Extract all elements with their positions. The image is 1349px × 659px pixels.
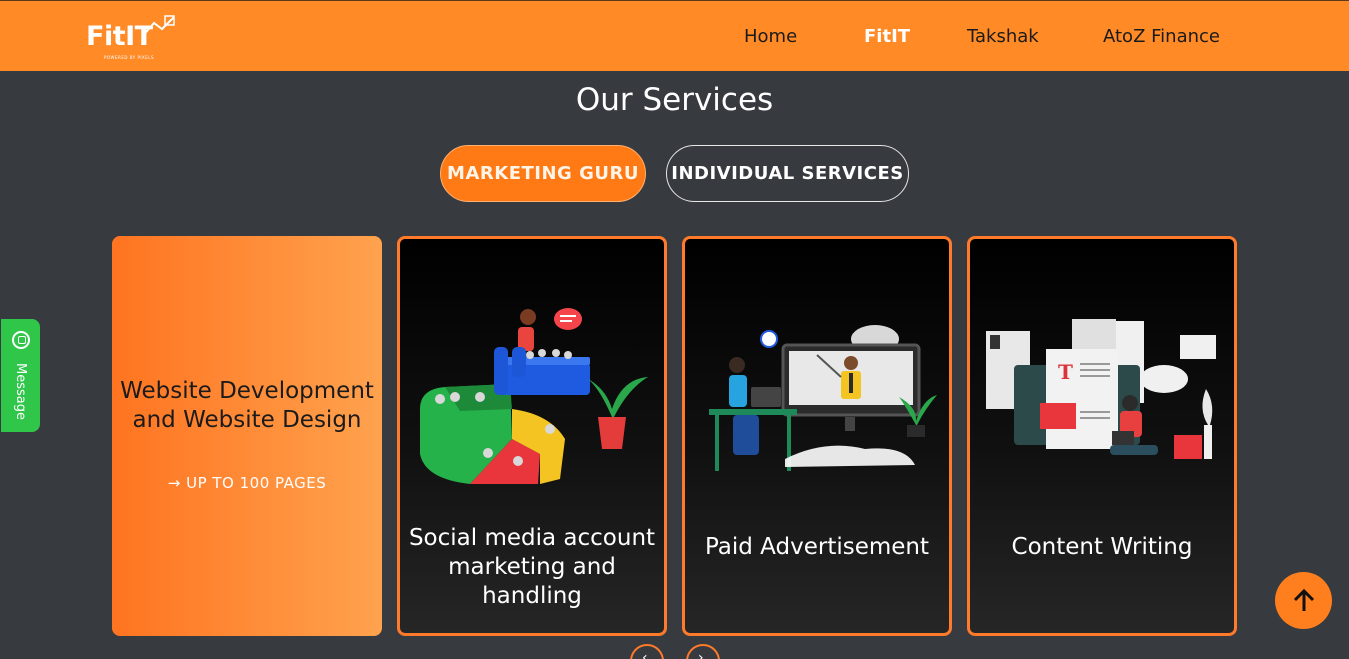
service-card-content-writing[interactable]: T Content Writing <box>967 236 1237 636</box>
card-caption: Content Writing <box>1011 534 1193 560</box>
arrow-up-icon <box>1293 588 1314 611</box>
nav-atoz-finance[interactable]: AtoZ Finance <box>1103 26 1220 47</box>
chevron-right-icon: › <box>698 650 704 659</box>
whatsapp-message-button[interactable]: Message <box>1 319 40 432</box>
nav-fitit[interactable]: FitIT <box>864 26 910 47</box>
svg-text:T: T <box>1058 360 1073 384</box>
scroll-to-top-button[interactable] <box>1275 572 1332 629</box>
service-card-social-media[interactable]: Social media account marketing and handl… <box>397 236 667 636</box>
nav-takshak[interactable]: Takshak <box>967 26 1039 47</box>
nav-home[interactable]: Home <box>744 26 797 47</box>
chevron-left-icon: ‹ <box>642 650 648 659</box>
service-card-paid-ad[interactable]: Paid Advertisement <box>682 236 952 636</box>
social-media-illustration <box>420 308 648 484</box>
card-caption: Paid Advertisement <box>704 534 930 560</box>
top-navbar: FitIT POWERED BY PIXELS Home FitIT Taksh… <box>0 0 1349 71</box>
section-title: Our Services <box>575 82 774 118</box>
paid-ad-illustration <box>709 325 937 471</box>
main-nav: Home FitIT Takshak AtoZ Finance <box>0 26 1349 50</box>
tab-individual-services[interactable]: INDIVIDUAL SERVICES <box>666 145 909 202</box>
card-heading: Website Development and Website Design <box>120 378 374 433</box>
card-caption: Social media account marketing and handl… <box>408 525 656 609</box>
carousel-prev-button[interactable]: ‹ <box>630 644 664 659</box>
card-subtext: → UP TO 100 PAGES <box>167 474 327 492</box>
message-label: Message <box>13 363 28 420</box>
content-writing-illustration: T <box>986 319 1216 459</box>
service-card-website[interactable]: Website Development and Website Design →… <box>112 236 382 636</box>
tab-marketing-guru[interactable]: MARKETING GURU <box>440 145 646 202</box>
whatsapp-icon <box>12 331 30 349</box>
logo-subtitle: POWERED BY PIXELS <box>104 55 155 60</box>
carousel-next-button[interactable]: › <box>686 644 720 659</box>
